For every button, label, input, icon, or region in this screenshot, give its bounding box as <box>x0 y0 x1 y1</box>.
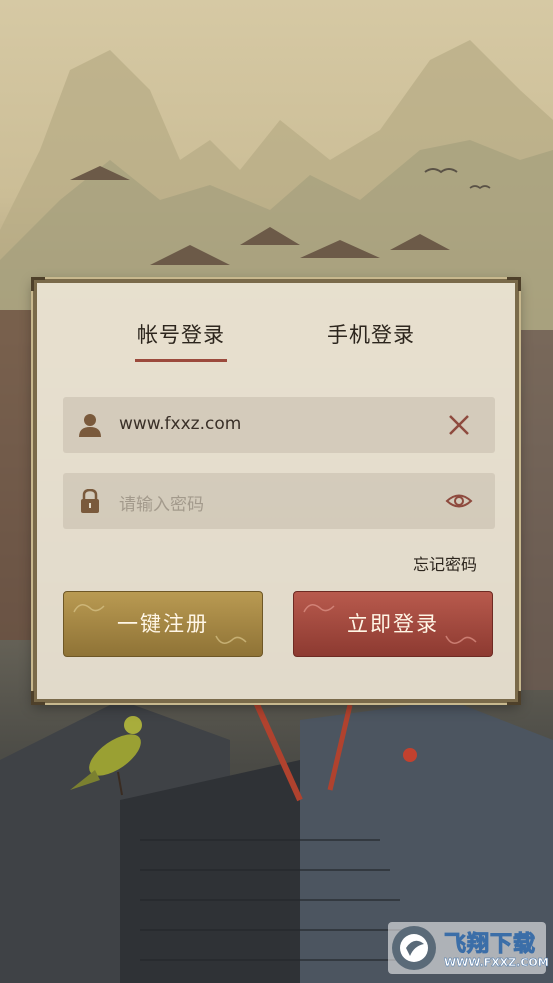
corner-ornament <box>31 691 45 705</box>
eye-icon[interactable] <box>445 487 473 515</box>
cloud-ornament-icon <box>445 635 477 644</box>
password-input[interactable]: 请输入密码 <box>119 490 204 515</box>
user-icon <box>79 414 101 437</box>
tab-phone-login[interactable]: 手机登录 <box>327 319 415 349</box>
lock-icon <box>81 489 99 513</box>
password-field[interactable]: 请输入密码 <box>63 473 495 529</box>
account-field[interactable]: www.fxxz.com <box>63 397 495 453</box>
login-button[interactable]: 立即登录 <box>293 591 493 657</box>
register-button[interactable]: 一键注册 <box>63 591 263 657</box>
tab-account-login[interactable]: 帐号登录 <box>137 319 225 349</box>
forgot-password-link[interactable]: 忘记密码 <box>413 551 477 575</box>
login-panel: 帐号登录 手机登录 www.fxxz.com 请输入密码 忘记密码 一键注册 立… <box>31 277 521 705</box>
watermark: 飞翔下载 WWW.FXXZ.COM <box>388 922 549 974</box>
close-icon[interactable] <box>445 411 473 439</box>
corner-ornament <box>507 691 521 705</box>
cloud-ornament-icon <box>73 604 105 613</box>
cloud-ornament-icon <box>215 635 247 644</box>
watermark-url: WWW.FXXZ.COM <box>444 956 549 969</box>
cloud-ornament-icon <box>303 604 335 613</box>
register-button-label: 一键注册 <box>117 612 209 636</box>
active-tab-indicator <box>135 359 227 362</box>
account-input[interactable]: www.fxxz.com <box>119 414 241 434</box>
corner-ornament <box>31 277 45 291</box>
corner-ornament <box>507 277 521 291</box>
watermark-logo-icon <box>392 926 436 970</box>
watermark-title: 飞翔下载 <box>443 932 537 958</box>
login-button-label: 立即登录 <box>347 612 439 636</box>
